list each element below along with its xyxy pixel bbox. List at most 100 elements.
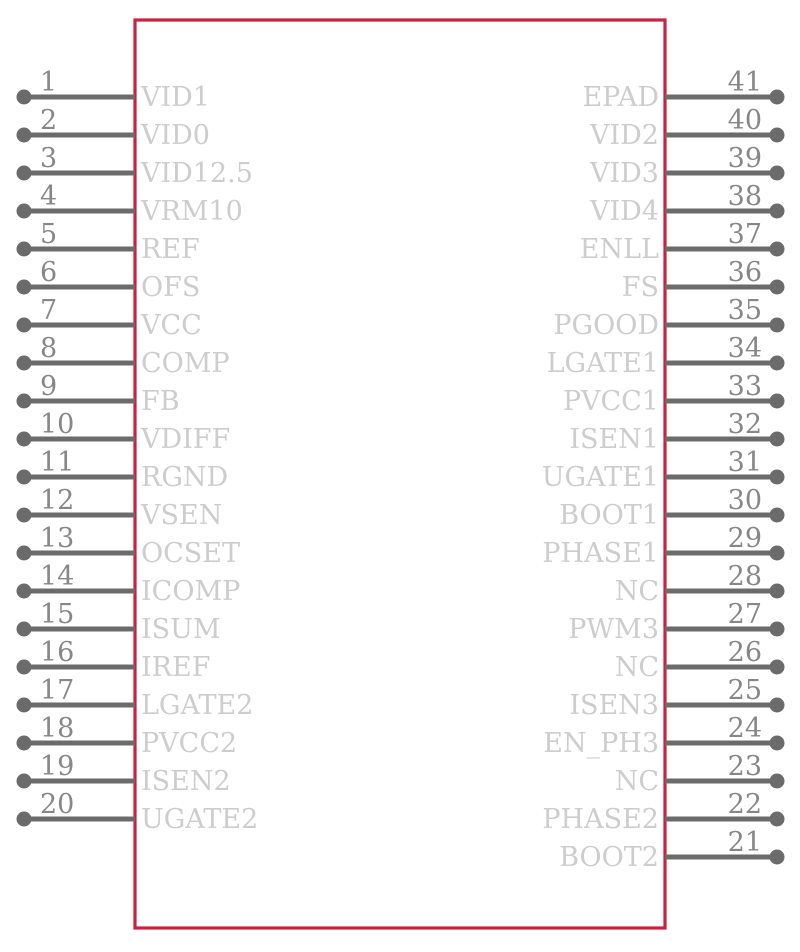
pin-name-10: VDIFF: [140, 424, 230, 455]
pin-connection-dot-17[interactable]: [16, 697, 32, 713]
pin-name-1: VID1: [140, 82, 210, 113]
pin-number-37: 37: [728, 219, 762, 250]
pin-connection-dot-27[interactable]: [769, 621, 785, 637]
pin-number-30: 30: [728, 485, 762, 516]
schematic-symbol-drawing: 1 VID1 2 VID0 3 VID12.5 4 VRM10 5 REF 6 OFS 7 VCC 8 COM…: [16, 18, 785, 930]
pin-number-10: 10: [40, 409, 74, 440]
pin-name-37: ENLL: [580, 234, 659, 265]
pin-connection-dot-2[interactable]: [16, 127, 32, 143]
pin-connection-dot-7[interactable]: [16, 317, 32, 333]
pin-name-8: COMP: [141, 348, 230, 379]
pin-connection-dot-8[interactable]: [16, 355, 32, 371]
pin-number-14: 14: [40, 561, 74, 592]
pin-connection-dot-35[interactable]: [769, 317, 785, 333]
pin-number-16: 16: [40, 637, 74, 668]
pin-name-4: VRM10: [140, 196, 243, 227]
pin-number-2: 2: [40, 105, 57, 136]
pin-connection-dot-19[interactable]: [16, 773, 32, 789]
pin-connection-dot-34[interactable]: [769, 355, 785, 371]
pin-number-11: 11: [40, 447, 74, 478]
pin-name-2: VID0: [140, 120, 210, 151]
pin-connection-dot-14[interactable]: [16, 583, 32, 599]
pin-name-28: NC: [615, 576, 659, 607]
pin-name-3: VID12.5: [140, 158, 253, 189]
pin-number-28: 28: [728, 561, 762, 592]
pin-name-22: PHASE2: [542, 804, 659, 835]
pin-name-18: PVCC2: [141, 728, 237, 759]
pin-connection-dot-16[interactable]: [16, 659, 32, 675]
pin-name-21: BOOT2: [559, 842, 659, 873]
pin-connection-dot-6[interactable]: [16, 279, 32, 295]
pin-connection-dot-41[interactable]: [769, 89, 785, 105]
pin-number-17: 17: [40, 675, 74, 706]
pin-name-31: UGATE1: [542, 462, 659, 493]
pin-name-13: OCSET: [141, 538, 240, 569]
pin-number-36: 36: [728, 257, 762, 288]
pin-name-6: OFS: [141, 272, 200, 303]
pin-number-33: 33: [728, 371, 762, 402]
pin-connection-dot-4[interactable]: [16, 203, 32, 219]
pin-connection-dot-10[interactable]: [16, 431, 32, 447]
pin-connection-dot-28[interactable]: [769, 583, 785, 599]
pin-name-29: PHASE1: [542, 538, 659, 569]
pin-connection-dot-31[interactable]: [769, 469, 785, 485]
pin-number-5: 5: [40, 219, 57, 250]
pin-connection-dot-30[interactable]: [769, 507, 785, 523]
pin-connection-dot-15[interactable]: [16, 621, 32, 637]
pin-number-22: 22: [728, 789, 762, 820]
pin-name-25: ISEN3: [569, 690, 659, 721]
pin-connection-dot-18[interactable]: [16, 735, 32, 751]
pin-number-13: 13: [40, 523, 74, 554]
pin-number-35: 35: [728, 295, 762, 326]
pin-connection-dot-29[interactable]: [769, 545, 785, 561]
pin-number-19: 19: [40, 751, 74, 782]
pin-connection-dot-20[interactable]: [16, 811, 32, 827]
pin-connection-dot-13[interactable]: [16, 545, 32, 561]
pin-connection-dot-25[interactable]: [769, 697, 785, 713]
pin-name-19: ISEN2: [141, 766, 231, 797]
pin-name-34: LGATE1: [547, 348, 659, 379]
pin-connection-dot-12[interactable]: [16, 507, 32, 523]
left-pin-group: 1 VID1 2 VID0 3 VID12.5 4 VRM10 5 REF 6 OFS 7 VCC 8 COM…: [16, 67, 258, 835]
pin-connection-dot-40[interactable]: [769, 127, 785, 143]
pin-number-4: 4: [40, 181, 57, 212]
pin-name-39: VID3: [589, 158, 659, 189]
pin-number-32: 32: [728, 409, 762, 440]
pin-connection-dot-38[interactable]: [769, 203, 785, 219]
pin-connection-dot-32[interactable]: [769, 431, 785, 447]
pin-number-31: 31: [728, 447, 762, 478]
pin-name-27: PWM3: [568, 614, 659, 645]
pin-name-16: IREF: [141, 652, 210, 683]
pin-connection-dot-5[interactable]: [16, 241, 32, 257]
pin-number-12: 12: [40, 485, 74, 516]
pin-number-24: 24: [728, 713, 762, 744]
pin-connection-dot-26[interactable]: [769, 659, 785, 675]
pin-connection-dot-24[interactable]: [769, 735, 785, 751]
pin-connection-dot-39[interactable]: [769, 165, 785, 181]
pin-number-21: 21: [728, 827, 762, 858]
pin-connection-dot-22[interactable]: [769, 811, 785, 827]
pin-name-14: ICOMP: [141, 576, 240, 607]
pin-name-35: PGOOD: [553, 310, 659, 341]
pin-name-26: NC: [615, 652, 659, 683]
pin-name-23: NC: [615, 766, 659, 797]
pin-connection-dot-21[interactable]: [769, 849, 785, 865]
pin-name-7: VCC: [140, 310, 202, 341]
pin-number-41: 41: [728, 67, 762, 98]
pin-number-34: 34: [728, 333, 762, 364]
pin-connection-dot-3[interactable]: [16, 165, 32, 181]
pin-number-27: 27: [728, 599, 762, 630]
pin-connection-dot-9[interactable]: [16, 393, 32, 409]
pin-connection-dot-23[interactable]: [769, 773, 785, 789]
pin-name-17: LGATE2: [141, 690, 253, 721]
pin-connection-dot-11[interactable]: [16, 469, 32, 485]
pin-number-15: 15: [40, 599, 74, 630]
pin-connection-dot-33[interactable]: [769, 393, 785, 409]
pin-number-18: 18: [40, 713, 74, 744]
pin-number-1: 1: [40, 67, 57, 98]
pin-connection-dot-1[interactable]: [16, 89, 32, 105]
pin-connection-dot-37[interactable]: [769, 241, 785, 257]
pin-number-39: 39: [728, 143, 762, 174]
pin-connection-dot-36[interactable]: [769, 279, 785, 295]
pin-name-11: RGND: [141, 462, 228, 493]
